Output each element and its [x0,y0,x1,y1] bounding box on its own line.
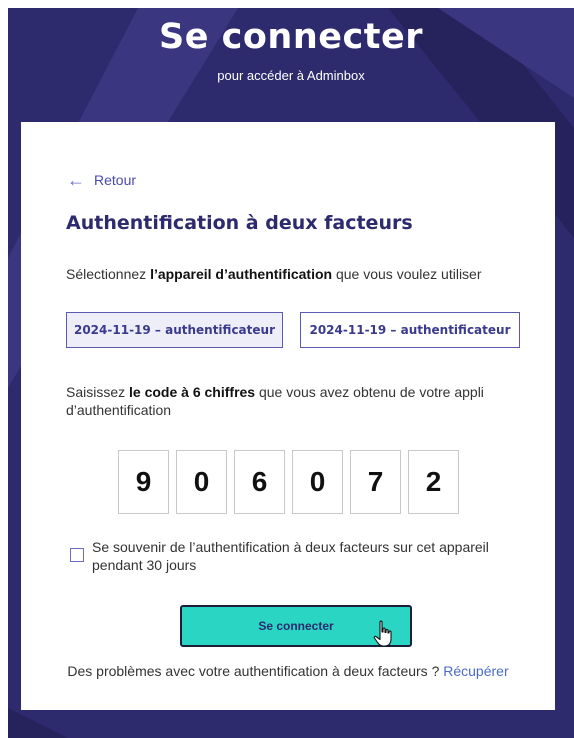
code-prompt-text: Saisissez [66,384,130,400]
remember-label: Se souvenir de l’authentification à deux… [92,539,489,573]
code-digit-6[interactable]: 2 [408,450,459,514]
device-option-1[interactable]: 2024-11-19 – authentificateur [66,312,283,348]
code-digit-3[interactable]: 6 [234,450,285,514]
device-prompt-text-end: que vous voulez utiliser [332,266,482,282]
device-option-2[interactable]: 2024-11-19 – authentificateur [300,312,520,348]
device-prompt-bold: l’appareil d’authentification [150,266,333,282]
code-input-group: 9 0 6 0 7 2 [118,450,459,514]
recover-line: Des problèmes avec votre authentificatio… [21,662,555,680]
code-prompt-bold: le code à 6 chiffres [129,384,256,400]
remember-checkbox[interactable] [70,548,84,562]
login-card: ← Retour Authentification à deux facteur… [21,122,555,710]
code-digit-4[interactable]: 0 [292,450,343,514]
back-link-label: Retour [94,172,137,188]
back-link[interactable]: ← Retour [67,170,137,190]
code-digit-2[interactable]: 0 [176,450,227,514]
device-prompt-text: Sélectionnez [66,266,151,282]
remember-device-option[interactable]: Se souvenir de l’authentification à deux… [70,538,520,574]
recover-link[interactable]: Récupérer [443,663,508,679]
card-title: Authentification à deux facteurs [66,212,413,234]
recover-text: Des problèmes avec votre authentificatio… [67,663,444,679]
page-title: Se connecter [159,17,423,57]
code-prompt: Saisissez le code à 6 chiffres que vous … [66,383,506,419]
hand-pointer-icon [373,620,392,647]
code-digit-1[interactable]: 9 [118,450,169,514]
code-digit-5[interactable]: 7 [350,450,401,514]
arrow-left-icon: ← [67,170,85,190]
device-prompt: Sélectionnez l’appareil d’authentificati… [66,265,482,283]
page-subtitle: pour accéder à Adminbox [217,68,365,83]
